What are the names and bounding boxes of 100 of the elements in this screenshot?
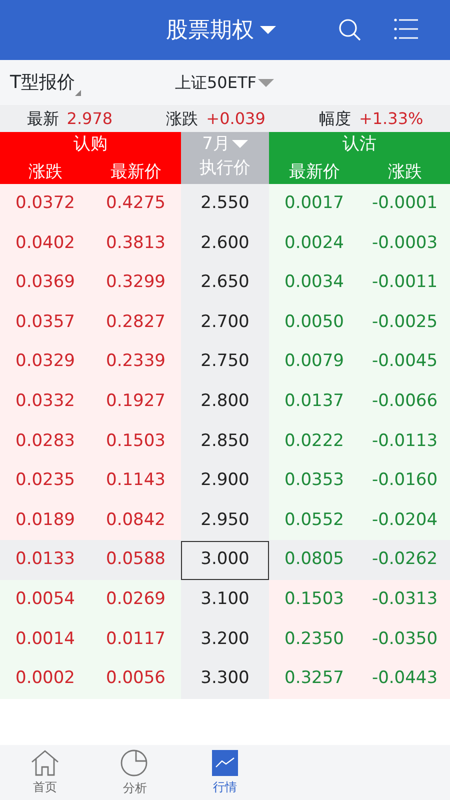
column-header: 涨跌 xyxy=(388,162,422,182)
table-cell-text: -0.0025 xyxy=(372,310,438,334)
table-cell-text: -0.0003 xyxy=(372,232,438,255)
table-row[interactable]: 0.0283 0.1503 2.850 0.0222 -0.0113 xyxy=(0,422,450,462)
table-cell-text: 0.0050 xyxy=(284,310,344,334)
table-cell-text: 0.0079 xyxy=(284,350,344,374)
underlying-dropdown[interactable]: 上证50ETF xyxy=(175,70,274,94)
table-cell-text: 0.0002 xyxy=(16,667,75,690)
strike-cell[interactable]: 2.650 xyxy=(181,263,269,302)
table-cell-text: 0.3813 xyxy=(106,232,166,255)
table-cell-text: 0.0283 xyxy=(16,430,75,453)
strike-cell[interactable]: 3.100 xyxy=(181,580,269,620)
column-header: 执行价 xyxy=(200,158,250,178)
caret-icon xyxy=(260,26,276,34)
column-header: 最新价 xyxy=(288,162,340,182)
strike-cell[interactable]: 2.550 xyxy=(181,184,269,224)
quote-label: 幅度 xyxy=(318,108,351,130)
search-icon[interactable] xyxy=(338,18,362,42)
table-cell-text: 0.0805 xyxy=(284,548,344,572)
menu-icon[interactable] xyxy=(394,18,418,40)
table-cell-text: 0.0137 xyxy=(284,390,344,414)
strike-cell[interactable]: 2.750 xyxy=(181,342,269,382)
table-cell-text: 0.1143 xyxy=(106,469,166,492)
table-cell-text: 0.0552 xyxy=(284,508,344,532)
table-cell-text: -0.0313 xyxy=(372,588,438,611)
view-dropdown[interactable]: T型报价 xyxy=(10,69,175,96)
table-cell-text: -0.0066 xyxy=(372,390,438,414)
strike-cell[interactable]: 2.950 xyxy=(181,501,269,540)
table-cell-text: 0.2827 xyxy=(106,310,166,334)
table-cell-text: 0.0034 xyxy=(284,271,344,294)
strike-cell[interactable]: 2.850 xyxy=(181,422,269,461)
table-cell-text: 0.0353 xyxy=(284,469,344,492)
table-cell-text: 0.4275 xyxy=(106,192,166,216)
table-cell-text: 0.0372 xyxy=(16,192,75,216)
table-row[interactable]: 0.0235 0.1143 2.900 0.0353 -0.0160 xyxy=(0,461,450,501)
table-row[interactable]: 0.0189 0.0842 2.950 0.0552 -0.0204 xyxy=(0,500,450,540)
table-row[interactable]: 0.0372 0.4275 2.550 0.0017 -0.0001 xyxy=(0,184,450,224)
table-cell-text: 0.1503 xyxy=(106,430,166,453)
quote-label: 最新 xyxy=(26,108,59,130)
table-cell-text: -0.0001 xyxy=(372,192,438,216)
table-cell-text: 0.2339 xyxy=(106,350,166,374)
strike-cell[interactable]: 3.300 xyxy=(181,659,269,698)
put-title: 认沽 xyxy=(342,134,376,154)
table-row[interactable]: 0.0402 0.3813 2.600 0.0024 -0.0003 xyxy=(0,224,450,264)
table-cell-text: 0.0402 xyxy=(16,232,75,255)
table-row[interactable]: 0.0329 0.2339 2.750 0.0079 -0.0045 xyxy=(0,342,450,382)
table-cell-text: -0.0160 xyxy=(372,469,438,492)
table-cell-text: -0.0045 xyxy=(372,350,438,374)
strike-cell[interactable]: 3.200 xyxy=(181,620,269,659)
table-cell-text: 0.0056 xyxy=(106,667,166,690)
caret-icon xyxy=(232,140,248,148)
strike-cell[interactable]: 2.800 xyxy=(181,382,269,422)
table-cell-text: -0.0350 xyxy=(372,628,438,651)
table-row[interactable]: 0.0133 0.0588 3.000 0.0805 -0.0262 xyxy=(0,540,450,580)
table-row[interactable]: 0.0054 0.0269 3.100 0.1503 -0.0313 xyxy=(0,580,450,620)
table-cell-text: 0.0269 xyxy=(106,588,166,611)
strike-cell[interactable]: 2.700 xyxy=(181,303,269,342)
strike-cell[interactable]: 2.600 xyxy=(181,224,269,263)
table-row[interactable]: 0.0357 0.2827 2.700 0.0050 -0.0025 xyxy=(0,302,450,342)
table-cell-text: 0.0235 xyxy=(16,469,75,492)
quote-label: 涨跌 xyxy=(166,108,198,130)
table-cell-text: -0.0443 xyxy=(372,667,438,690)
table-cell-text: 0.0588 xyxy=(106,548,166,572)
strike-cell[interactable]: 3.000 xyxy=(181,540,269,580)
quote-value: +1.33% xyxy=(358,108,424,130)
table-cell-text: 0.0369 xyxy=(16,271,75,294)
table-cell-text: 0.0357 xyxy=(16,310,75,334)
table-cell-text: 0.0054 xyxy=(16,588,75,611)
table-cell-text: 0.0017 xyxy=(284,192,344,216)
table-cell-text: 0.0189 xyxy=(16,508,75,532)
home-icon xyxy=(30,750,60,776)
table-cell-text: -0.0011 xyxy=(372,271,438,294)
table-cell-text: 0.0133 xyxy=(16,548,75,572)
call-title: 认购 xyxy=(74,134,108,154)
table-cell-text: -0.0262 xyxy=(372,548,438,572)
table-cell-text: 0.0014 xyxy=(16,628,75,651)
table-cell-text: 0.3257 xyxy=(284,667,344,690)
caret-icon xyxy=(258,78,274,86)
table-cell-text: 0.0222 xyxy=(284,430,344,453)
table-cell-text: 0.0329 xyxy=(16,350,75,374)
strike-cell[interactable]: 2.900 xyxy=(181,461,269,500)
table-row[interactable]: 0.0332 0.1927 2.800 0.0137 -0.0066 xyxy=(0,382,450,422)
table-cell-text: 0.0842 xyxy=(106,508,166,532)
table-cell-text: 0.3299 xyxy=(106,271,166,294)
quote-value: +0.039 xyxy=(206,108,266,130)
table-cell-text: 0.0024 xyxy=(284,232,344,255)
tab-item[interactable]: 分析 xyxy=(90,745,180,800)
table-cell-text: -0.0113 xyxy=(372,430,438,453)
table-cell-text: 0.0332 xyxy=(16,390,75,414)
table-cell-text: 0.1503 xyxy=(284,588,344,611)
title-dropdown[interactable]: 股票期权 xyxy=(166,14,276,46)
column-header: 最新价 xyxy=(110,162,162,182)
tab-item[interactable]: 首页 xyxy=(0,745,90,800)
table-row[interactable]: 0.0002 0.0056 3.300 0.3257 -0.0443 xyxy=(0,659,450,699)
table-row[interactable]: 0.0369 0.3299 2.650 0.0034 -0.0011 xyxy=(0,263,450,303)
quote-value: 2.978 xyxy=(66,108,113,130)
table-cell-text: 0.2350 xyxy=(284,628,344,651)
tab-item[interactable]: 行情 xyxy=(180,745,270,800)
table-row[interactable]: 0.0014 0.0117 3.200 0.2350 -0.0350 xyxy=(0,620,450,660)
table-cell-text: 0.0117 xyxy=(106,628,166,651)
